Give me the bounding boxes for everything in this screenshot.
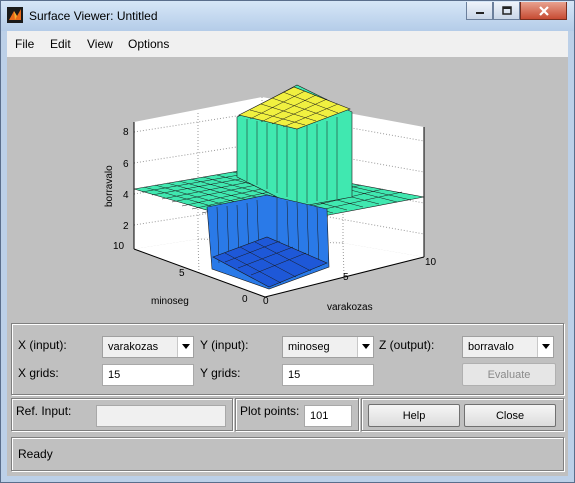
y-tick-10: 10 — [113, 241, 125, 252]
z-output-dropdown[interactable]: borravalo — [462, 336, 554, 358]
y-grids-value: 15 — [288, 369, 301, 381]
y-input-dropdown[interactable]: minoseg — [282, 336, 374, 358]
ref-input-field[interactable] — [96, 405, 226, 427]
chevron-down-icon — [537, 337, 553, 357]
z-axis-label: borravalo — [104, 165, 115, 207]
z-tick-8: 8 — [123, 127, 129, 138]
x-axis-label: varakozas — [327, 302, 373, 313]
help-button[interactable]: Help — [368, 404, 460, 427]
ref-input-label: Ref. Input: — [16, 404, 72, 418]
x-input-value: varakozas — [108, 341, 159, 353]
status-panel: Ready — [11, 437, 564, 471]
chevron-down-icon — [177, 337, 193, 357]
close-window-button[interactable] — [520, 2, 567, 20]
minimize-button[interactable] — [466, 2, 493, 20]
z-tick-2: 2 — [123, 221, 129, 232]
x-input-dropdown[interactable]: varakozas — [102, 336, 194, 358]
surface-viewer-window: Surface Viewer: Untitled File Edit View … — [0, 0, 575, 483]
z-tick-6: 6 — [123, 159, 129, 170]
ref-input-panel: Ref. Input: — [11, 398, 233, 431]
menu-edit[interactable]: Edit — [50, 37, 71, 51]
y-input-value: minoseg — [288, 341, 330, 353]
menu-view[interactable]: View — [87, 37, 113, 51]
z-output-label: Z (output): — [379, 338, 435, 352]
matlab-app-icon — [7, 7, 23, 23]
x-tick-5: 5 — [343, 272, 349, 283]
y-tick-0: 0 — [242, 294, 248, 305]
minimize-icon — [475, 11, 484, 14]
x-grids-value: 15 — [108, 369, 121, 381]
menu-file[interactable]: File — [15, 37, 34, 51]
title-bar[interactable]: Surface Viewer: Untitled — [1, 1, 574, 31]
close-button[interactable]: Close — [464, 404, 556, 427]
y-grids-label: Y grids: — [200, 366, 241, 380]
menu-options[interactable]: Options — [128, 37, 169, 51]
buttons-panel: Help Close — [361, 398, 564, 431]
x-input-label: X (input): — [18, 338, 67, 352]
y-axis-label: minoseg — [151, 296, 189, 307]
plot-points-value: 101 — [310, 410, 329, 422]
z-output-value: borravalo — [468, 341, 514, 353]
plot-points-field[interactable]: 101 — [304, 405, 352, 427]
close-icon — [538, 5, 549, 16]
surface-plot[interactable]: 8 6 4 2 10 5 0 0 5 10 borravalo minoseg … — [7, 57, 568, 321]
plot-points-label: Plot points: — [240, 404, 300, 418]
y-tick-5: 5 — [179, 268, 185, 279]
y-input-label: Y (input): — [200, 338, 249, 352]
x-grids-label: X grids: — [18, 366, 59, 380]
status-text: Ready — [18, 447, 53, 461]
maximize-icon — [501, 5, 512, 15]
chevron-down-icon — [357, 337, 373, 357]
x-grids-field[interactable]: 15 — [102, 364, 194, 386]
maximize-button[interactable] — [493, 2, 520, 20]
x-tick-10: 10 — [425, 257, 437, 268]
evaluate-button[interactable]: Evaluate — [462, 363, 556, 386]
plot-points-panel: Plot points: 101 — [235, 398, 359, 431]
axis-selection-panel: X (input): varakozas Y (input): minoseg … — [11, 323, 564, 395]
y-grids-field[interactable]: 15 — [282, 364, 374, 386]
menu-bar: File Edit View Options — [7, 31, 568, 58]
x-tick-0: 0 — [263, 296, 269, 307]
window-title: Surface Viewer: Untitled — [29, 9, 158, 23]
client-area: 8 6 4 2 10 5 0 0 5 10 borravalo minoseg … — [7, 57, 568, 476]
z-tick-4: 4 — [123, 190, 129, 201]
